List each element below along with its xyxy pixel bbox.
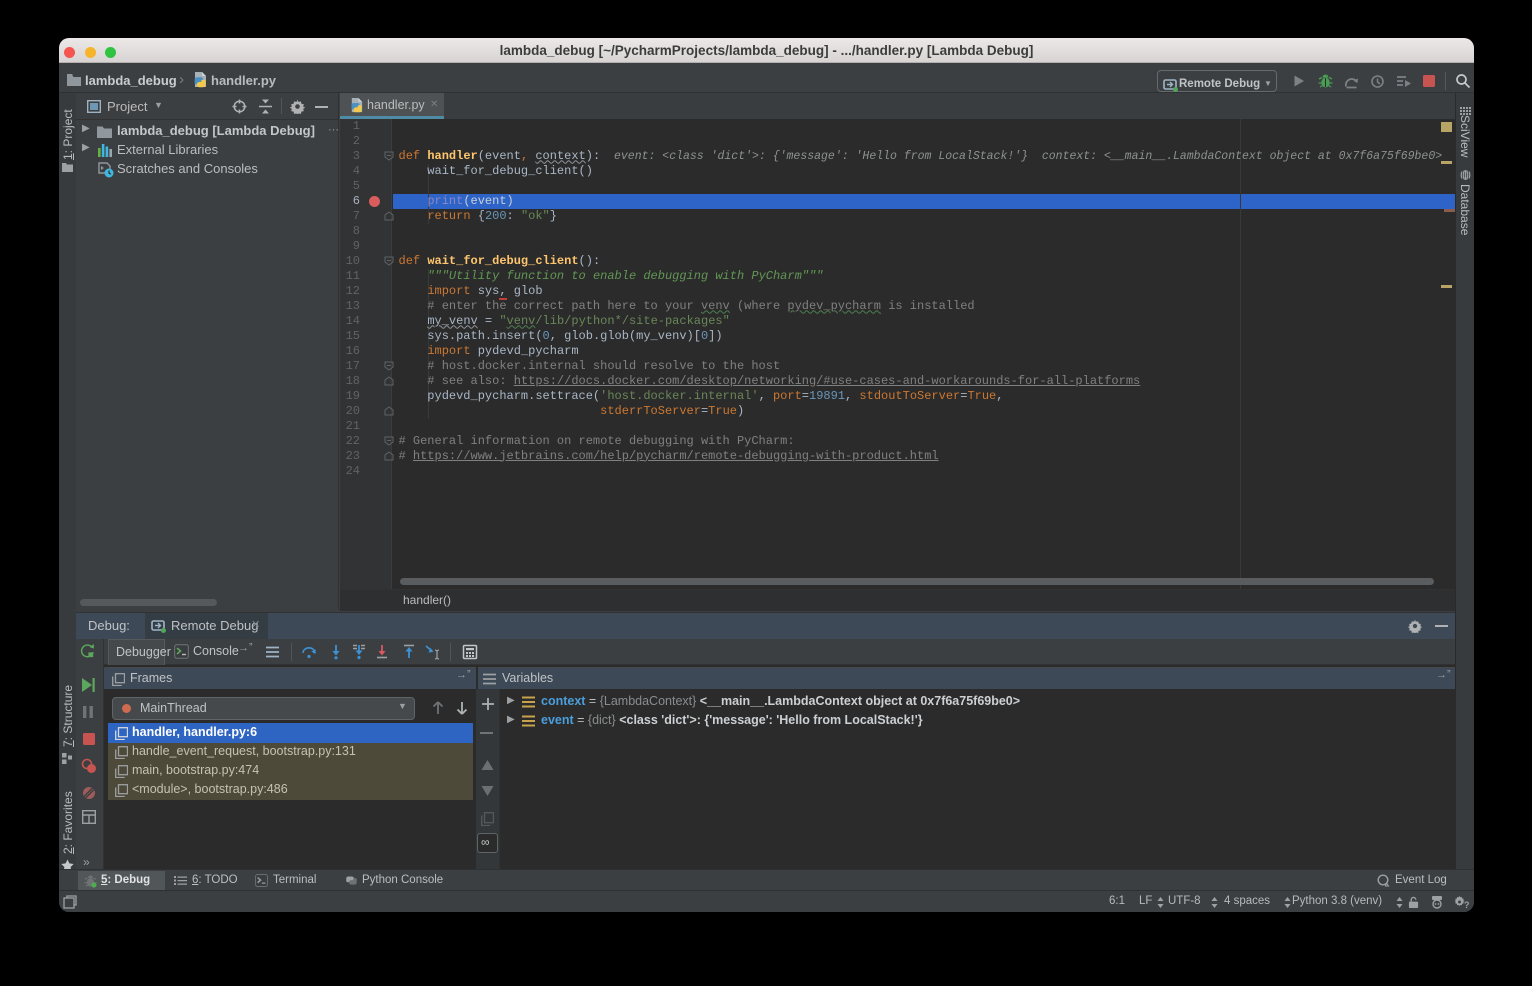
svg-text:?: ?	[1464, 900, 1470, 909]
